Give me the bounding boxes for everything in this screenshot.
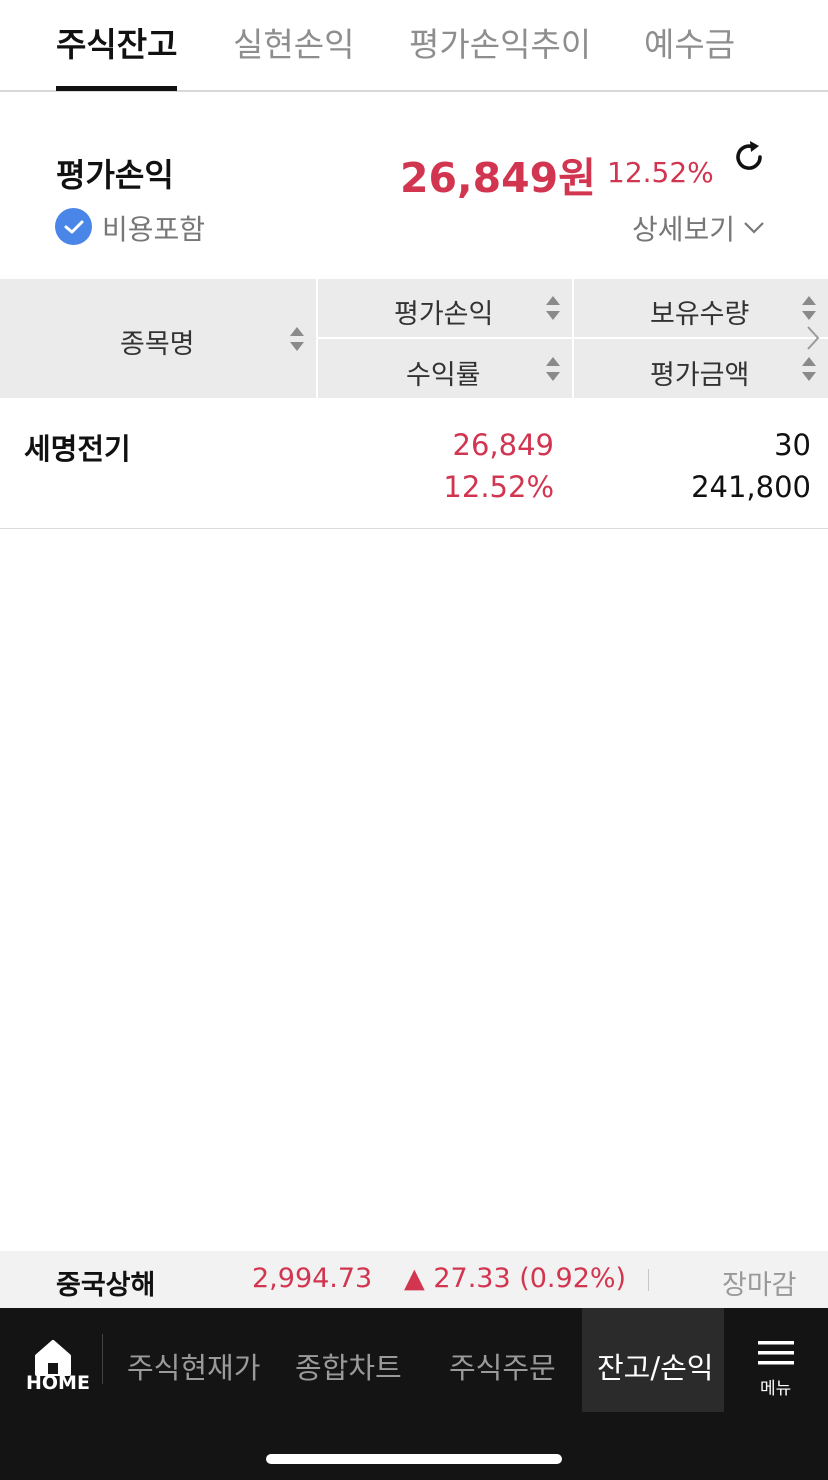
detail-view-button[interactable]: 상세보기 [632, 208, 765, 248]
nav-item-chart[interactable]: 종합차트 [295, 1345, 402, 1387]
header-eval-amount[interactable]: 평가금액 [650, 353, 749, 392]
home-indicator[interactable] [266, 1454, 562, 1464]
sort-icon[interactable] [801, 356, 817, 382]
index-value: 2,994.73 [252, 1263, 373, 1294]
header-row-divider [318, 337, 828, 339]
index-name: 중국상해 [56, 1270, 156, 1301]
nav-item-balance[interactable]: 잔고/손익 [597, 1345, 714, 1387]
check-icon [64, 220, 83, 233]
market-ticker-bar[interactable]: 중국상해 2,994.73 ▲ 27.33 (0.92%) 장마감 [0, 1251, 828, 1308]
sort-icon[interactable] [801, 295, 817, 321]
top-tab-bar: 주식잔고 실현손익 평가손익추이 예수금 [0, 0, 828, 92]
header-eval-pl[interactable]: 평가손익 [394, 292, 493, 331]
include-fee-checkbox[interactable] [55, 208, 92, 245]
header-quantity[interactable]: 보유수량 [650, 292, 749, 331]
chevron-right-icon[interactable] [806, 325, 820, 351]
nav-item-order[interactable]: 주식주문 [449, 1345, 556, 1387]
chevron-down-icon [744, 222, 764, 234]
eval-pl-value: 26,849 [452, 428, 554, 462]
nav-divider [102, 1334, 103, 1384]
nav-item-stock-price[interactable]: 주식현재가 [127, 1345, 260, 1387]
stock-name: 세명전기 [24, 432, 131, 466]
quantity-value: 30 [774, 428, 811, 462]
market-status: 장마감 [722, 1270, 797, 1301]
refresh-icon[interactable] [730, 138, 768, 176]
table-row[interactable]: 세명전기 26,849 12.52% 30 241,800 [0, 398, 828, 529]
header-return-rate[interactable]: 수익률 [406, 353, 481, 392]
tab-eval-pl-trend[interactable]: 평가손익추이 [409, 18, 591, 66]
index-change: ▲ 27.33 (0.92%) [404, 1263, 627, 1294]
active-tab-indicator [56, 86, 177, 91]
summary-title: 평가손익 [56, 156, 174, 194]
tab-deposit[interactable]: 예수금 [644, 18, 735, 66]
detail-view-label: 상세보기 [632, 213, 736, 246]
return-rate-value: 12.52% [443, 470, 554, 504]
tab-realized-pl[interactable]: 실현손익 [233, 18, 354, 66]
menu-icon[interactable] [758, 1340, 794, 1366]
summary-rate: 12.52% [607, 156, 714, 189]
eval-amount-value: 241,800 [691, 470, 811, 504]
summary-amount: 26,849원 [400, 154, 596, 202]
sort-icon[interactable] [545, 295, 561, 321]
sort-icon[interactable] [545, 356, 561, 382]
home-label[interactable]: HOME [26, 1372, 90, 1394]
header-stock-name[interactable]: 종목명 [120, 322, 195, 361]
ticker-divider [648, 1269, 649, 1291]
include-fee-label[interactable]: 비용포함 [102, 208, 205, 248]
sort-icon[interactable] [289, 326, 305, 352]
tab-stock-balance[interactable]: 주식잔고 [56, 18, 177, 66]
menu-label[interactable]: 메뉴 [760, 1374, 791, 1399]
